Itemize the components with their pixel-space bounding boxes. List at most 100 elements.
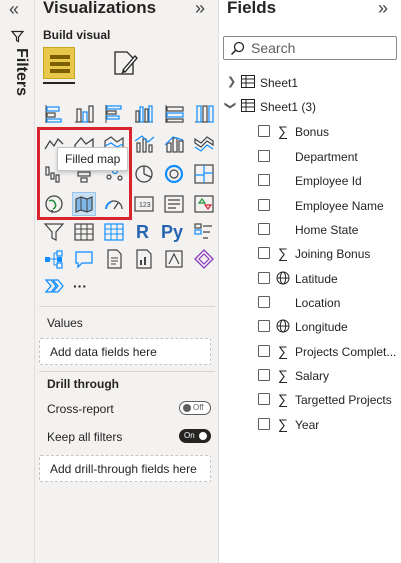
search-icon	[230, 41, 245, 61]
field-checkbox[interactable]	[258, 125, 270, 137]
clustered-bar-chart-icon[interactable]	[103, 103, 125, 125]
field-home-state[interactable]: Home State	[258, 221, 398, 239]
sum-icon: ∑	[278, 245, 288, 261]
more-visuals-icon[interactable]: ···	[73, 275, 97, 297]
drill-through-drop-well[interactable]: Add drill-through fields here	[39, 455, 211, 482]
field-checkbox[interactable]	[258, 296, 270, 308]
field-name: Employee Name	[295, 199, 384, 213]
qa-icon[interactable]	[73, 248, 95, 270]
field-projects-completed[interactable]: ∑ Projects Complet...	[258, 343, 398, 361]
r-visual-label: R	[136, 222, 149, 242]
100-stacked-bar-chart-icon[interactable]	[163, 103, 185, 125]
field-location[interactable]: Location	[258, 294, 398, 312]
pie-chart-icon[interactable]	[133, 163, 155, 185]
build-visual-tab[interactable]	[43, 47, 75, 79]
format-visual-tab[interactable]	[111, 48, 139, 78]
filter-icon	[10, 30, 25, 48]
key-influencers-icon[interactable]	[193, 221, 215, 243]
power-apps-icon[interactable]	[163, 248, 185, 270]
stacked-column-chart-icon[interactable]	[73, 103, 95, 125]
fields-search-input[interactable]	[251, 38, 391, 58]
field-checkbox[interactable]	[258, 418, 270, 430]
field-salary[interactable]: ∑ Salary	[258, 367, 398, 385]
field-name: Joining Bonus	[295, 247, 371, 261]
field-checkbox[interactable]	[258, 345, 270, 357]
field-checkbox[interactable]	[258, 247, 270, 259]
field-checkbox[interactable]	[258, 272, 270, 284]
python-visual-icon[interactable]: Py	[161, 221, 189, 243]
chevron-down-icon[interactable]: ❯	[224, 101, 237, 110]
field-name: Latitude	[295, 272, 338, 286]
drill-through-label: Drill through	[47, 377, 119, 391]
filled-map-highlight-box	[37, 127, 132, 220]
svg-text:123: 123	[139, 202, 151, 209]
field-checkbox[interactable]	[258, 223, 270, 235]
field-name: Targetted Projects	[295, 393, 392, 407]
toggle-knob	[199, 432, 207, 440]
cross-report-row: Cross-report Off	[47, 401, 211, 416]
field-latitude[interactable]: Latitude	[258, 270, 398, 288]
field-checkbox[interactable]	[258, 320, 270, 332]
card-icon[interactable]: 123	[133, 193, 155, 215]
field-department[interactable]: Department	[258, 148, 398, 166]
build-visual-label: Build visual	[43, 28, 111, 42]
field-checkbox[interactable]	[258, 150, 270, 162]
field-joining-bonus[interactable]: ∑ Joining Bonus	[258, 245, 398, 263]
filters-pane-collapsed[interactable]: « Filters	[0, 0, 35, 563]
field-name: Department	[295, 150, 358, 164]
ribbon-chart-icon[interactable]	[193, 133, 215, 155]
matrix-icon[interactable]	[103, 221, 125, 243]
cross-report-label: Cross-report	[47, 402, 114, 416]
values-drop-well[interactable]: Add data fields here	[39, 338, 211, 365]
table-icon	[241, 75, 255, 91]
sum-icon: ∑	[278, 367, 288, 383]
field-name: Employee Id	[295, 174, 362, 188]
multi-row-card-icon[interactable]	[163, 193, 185, 215]
line-clustered-column-icon[interactable]	[133, 133, 155, 155]
cross-report-toggle[interactable]: Off	[179, 401, 211, 415]
field-checkbox[interactable]	[258, 393, 270, 405]
collapse-fields-icon[interactable]: »	[378, 0, 388, 19]
field-targetted-projects[interactable]: ∑ Targetted Projects	[258, 391, 398, 409]
keep-all-filters-row: Keep all filters On	[47, 429, 211, 444]
power-automate-icon[interactable]	[193, 248, 215, 270]
treemap-icon[interactable]	[193, 163, 215, 185]
sum-icon: ∑	[278, 343, 288, 359]
smart-narrative-icon[interactable]	[103, 248, 125, 270]
values-divider	[39, 371, 215, 372]
field-longitude[interactable]: Longitude	[258, 318, 398, 336]
donut-chart-icon[interactable]	[163, 163, 185, 185]
field-bonus[interactable]: ∑ Bonus	[258, 123, 398, 141]
table-icon[interactable]	[73, 221, 95, 243]
field-checkbox[interactable]	[258, 199, 270, 211]
format-paintbrush-icon	[114, 51, 138, 75]
r-visual-icon[interactable]: R	[133, 221, 155, 243]
keep-all-filters-state: On	[184, 431, 195, 440]
gallery-divider	[39, 306, 215, 307]
stacked-bar-chart-icon[interactable]	[43, 103, 65, 125]
table-name: Sheet1 (3)	[260, 100, 317, 114]
chevron-right-icon[interactable]: ❯	[227, 75, 236, 88]
toggle-knob	[183, 404, 191, 412]
fields-search-box[interactable]	[223, 36, 397, 60]
active-tab-indicator	[43, 82, 75, 84]
field-employee-id[interactable]: Employee Id	[258, 172, 398, 190]
field-year[interactable]: ∑ Year	[258, 416, 398, 434]
100-stacked-column-chart-icon[interactable]	[193, 103, 215, 125]
line-stacked-column-icon[interactable]	[163, 133, 185, 155]
slicer-icon[interactable]	[43, 221, 65, 243]
build-visual-icon-bar	[50, 69, 70, 73]
get-more-visuals-icon[interactable]	[43, 275, 65, 297]
collapse-visualizations-icon[interactable]: »	[195, 0, 205, 19]
kpi-icon[interactable]	[193, 193, 215, 215]
keep-all-filters-toggle[interactable]: On	[179, 429, 211, 443]
clustered-column-chart-icon[interactable]	[133, 103, 155, 125]
field-employee-name[interactable]: Employee Name	[258, 197, 398, 215]
paginated-report-icon[interactable]	[133, 248, 155, 270]
expand-filters-icon[interactable]: «	[9, 0, 19, 18]
decomposition-tree-icon[interactable]	[43, 248, 65, 270]
field-checkbox[interactable]	[258, 174, 270, 186]
field-name: Projects Complet...	[295, 345, 397, 359]
globe-icon	[276, 270, 290, 286]
field-checkbox[interactable]	[258, 369, 270, 381]
